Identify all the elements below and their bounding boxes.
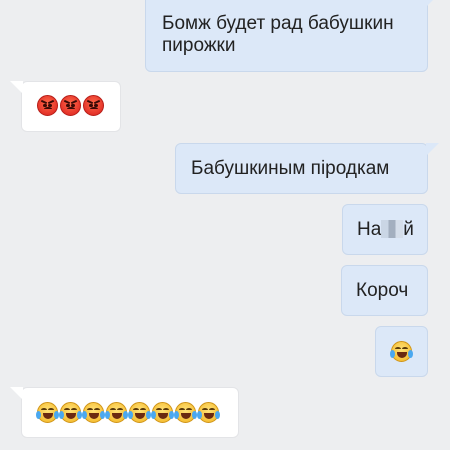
message-bubble-outgoing[interactable]: На й [342, 204, 428, 255]
angry-face-icon [83, 95, 104, 116]
message-bubble-outgoing[interactable]: Короч [341, 265, 428, 316]
message-text: На й [357, 218, 414, 242]
message-bubble-outgoing[interactable]: Бабушкиным піродкам [175, 143, 439, 194]
message-text-line: пирожки [162, 35, 236, 56]
message-text-part: й [403, 219, 414, 240]
emoji-row [390, 341, 414, 362]
tears-of-joy-icon [197, 402, 220, 423]
message-text-line: Бомж будет рад бабушкин [162, 13, 394, 34]
message-bubble-outgoing[interactable] [375, 326, 428, 377]
tears-of-joy-icon [36, 402, 59, 423]
message-bubble-incoming[interactable] [10, 387, 239, 438]
bubble-tail [10, 387, 23, 400]
tears-of-joy-icon [174, 402, 197, 423]
tears-of-joy-icon [82, 402, 105, 423]
tears-of-joy-icon [151, 402, 174, 423]
message-bubble-incoming[interactable] [10, 81, 121, 132]
tears-of-joy-icon [128, 402, 151, 423]
bubble-tail [426, 0, 439, 7]
message-bubble-outgoing[interactable]: Бомж будет рад бабушкин пирожки [145, 0, 439, 72]
tears-of-joy-icon [105, 402, 128, 423]
tears-of-joy-icon [59, 402, 82, 423]
angry-face-icon [60, 95, 81, 116]
bubble-tail [426, 143, 439, 156]
angry-face-icon [37, 95, 58, 116]
tears-of-joy-icon [390, 341, 413, 362]
emoji-row [37, 95, 106, 116]
redaction-blur [381, 220, 404, 238]
bubble-tail [10, 81, 23, 94]
emoji-row [36, 402, 221, 423]
message-text: Короч [356, 280, 409, 301]
message-text: Бабушкиным піродкам [191, 158, 390, 179]
message-text-part: На [357, 219, 382, 240]
